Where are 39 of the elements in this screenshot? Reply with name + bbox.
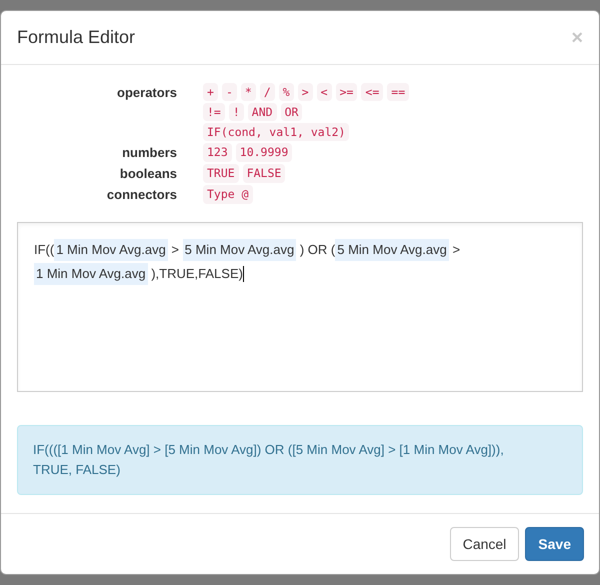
syntax-code: Type @ xyxy=(203,185,253,204)
text-cursor-icon xyxy=(242,266,244,282)
syntax-code: 123 xyxy=(203,143,232,162)
formula-text: IF(( xyxy=(34,241,54,259)
field-token[interactable]: 5 Min Mov Avg.avg xyxy=(335,239,449,261)
formula-text: ) OR ( xyxy=(298,241,336,259)
field-token[interactable]: 1 Min Mov Avg.avg xyxy=(34,263,148,285)
syntax-code: != xyxy=(203,103,225,121)
syntax-code: IF(cond, val1, val2) xyxy=(203,123,350,141)
syntax-code: + xyxy=(203,83,218,101)
syntax-label: connectors xyxy=(106,186,177,204)
syntax-code: ! xyxy=(228,103,244,121)
syntax-code: > xyxy=(298,83,313,101)
field-token[interactable]: 5 Min Mov Avg.avg xyxy=(182,239,296,261)
syntax-code: FALSE xyxy=(242,164,286,183)
syntax-code: AND xyxy=(248,103,277,121)
save-button[interactable]: Save xyxy=(525,527,584,561)
syntax-code: 10.9999 xyxy=(236,143,292,162)
syntax-code: - xyxy=(222,83,237,101)
syntax-code: TRUE xyxy=(203,164,239,183)
syntax-code: * xyxy=(240,83,256,101)
syntax-label: numbers xyxy=(121,144,177,162)
syntax-code: < xyxy=(316,83,332,101)
syntax-code: <= xyxy=(361,83,384,101)
syntax-code: == xyxy=(387,83,410,101)
formula-preview: IF((([1 Min Mov Avg] > [5 Min Mov Avg]) OR ([5 Min Mov Avg] > [1 Min Mov Avg])), TRUE, FALSE) xyxy=(33,441,505,479)
formula-text: > xyxy=(170,241,180,259)
dialog-title: Formula Editor xyxy=(17,26,136,49)
formula-text: > xyxy=(451,241,460,259)
syntax-code: % xyxy=(278,83,294,101)
formula-text: ),TRUE,FALSE) xyxy=(150,265,243,283)
field-token[interactable]: 1 Min Mov Avg.avg xyxy=(54,239,168,261)
syntax-label: operators xyxy=(116,84,177,102)
syntax-code: OR xyxy=(280,103,302,121)
syntax-label: booleans xyxy=(118,165,177,183)
syntax-code: / xyxy=(260,83,275,101)
syntax-code: >= xyxy=(336,83,358,101)
formula-editor[interactable]: IF((1 Min Mov Avg.avg > 5 Min Mov Avg.avg ) OR (5 Min Mov Avg.avg > 1 Min Mov Avg.avg ),TRUE,FALSE) xyxy=(17,222,583,392)
cancel-button[interactable]: Cancel xyxy=(450,527,520,561)
